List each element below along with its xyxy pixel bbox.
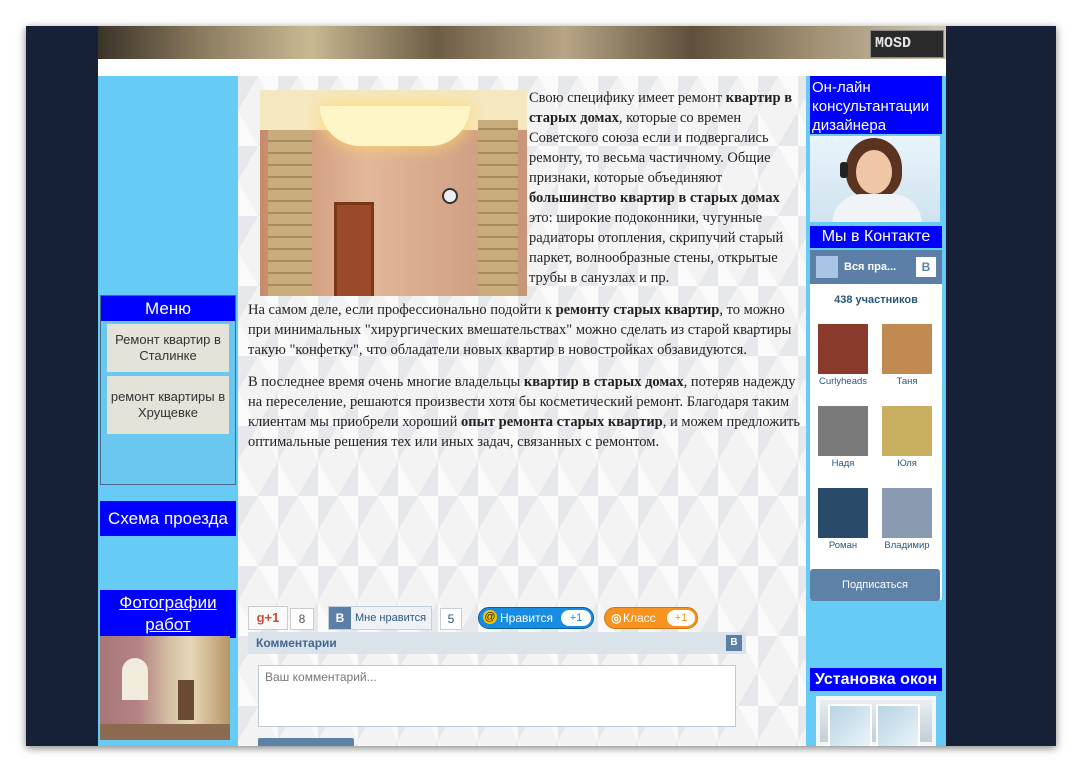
ok-icon: ◎	[611, 611, 622, 625]
windows-install-title[interactable]: Установка окон	[810, 668, 942, 691]
right-sidebar: Он-лайн консультантации дизайнера Мы в К…	[806, 76, 946, 746]
member-name: Роман	[828, 540, 858, 551]
vk-like-count: 5	[440, 608, 462, 630]
member-name: Юля	[897, 458, 917, 469]
vk-group-header[interactable]: Вся пра... B	[810, 250, 942, 284]
page-frame: MOSD Меню Ремонт квартир в Сталинке ремо…	[26, 26, 1056, 746]
member-name: Владимир	[884, 540, 930, 551]
vk-member[interactable]: Надя	[814, 406, 872, 469]
work-photo-thumbnail[interactable]	[100, 636, 230, 740]
member-name: Curlyheads	[818, 376, 868, 387]
social-buttons: g+1 8 B Мне нравится 5 @ Нравится +1 ◎ К…	[248, 606, 808, 630]
member-avatar	[882, 324, 932, 374]
logo-text: MOSD	[875, 35, 912, 52]
bold-phrase: квартир в старых домах	[523, 374, 684, 390]
comment-submit-button[interactable]	[258, 738, 354, 746]
menu-item-khrushchevka[interactable]: ремонт квартиры в Хрущевке	[107, 376, 229, 434]
member-avatar	[818, 324, 868, 374]
vk-member[interactable]: Curlyheads	[814, 324, 872, 387]
consultant-photo[interactable]	[810, 136, 940, 222]
gplus-count: 8	[290, 608, 314, 630]
window-pane-right	[876, 704, 920, 746]
bold-phrase: большинство квартир в старых домах	[529, 190, 780, 206]
ok-like-button[interactable]: ◎ Класс +1	[604, 607, 698, 629]
consultant-face	[856, 150, 892, 194]
vk-member[interactable]: Роман	[814, 488, 872, 551]
consult-title[interactable]: Он-лайн консультантации дизайнера	[810, 76, 942, 134]
photo-arch	[122, 658, 148, 700]
gplus-button[interactable]: g+1	[248, 606, 288, 630]
header-divider	[98, 59, 946, 76]
mailru-like-count: +1	[561, 610, 591, 626]
vk-icon[interactable]: B	[726, 635, 742, 651]
vk-section-title: Мы в Контакте	[810, 226, 942, 248]
main-content: Свою специфику имеет ремонт квартир в ст…	[238, 76, 806, 746]
photos-link[interactable]: Фотографии работ	[100, 590, 236, 638]
vk-member[interactable]: Владимир	[878, 488, 936, 551]
member-avatar	[818, 488, 868, 538]
article-paragraph-2: На самом деле, если профессионально подо…	[248, 300, 800, 360]
text-run: В последнее время очень многие владельцы	[248, 374, 524, 390]
ok-like-label: Класс	[623, 611, 656, 625]
left-sidebar: Меню Ремонт квартир в Сталинке ремонт кв…	[98, 76, 238, 746]
member-avatar	[882, 406, 932, 456]
vk-members-count: 438 участников	[834, 294, 918, 306]
vk-member[interactable]: Юля	[878, 406, 936, 469]
bold-phrase: ремонту старых квартир	[555, 302, 720, 318]
menu-item-stalinka[interactable]: Ремонт квартир в Сталинке	[107, 324, 229, 372]
photo-door	[178, 680, 194, 720]
vk-group-widget: Вся пра... B 438 участников Curlyheads Т…	[810, 250, 942, 600]
menu-panel: Меню Ремонт квартир в Сталинке ремонт кв…	[100, 295, 236, 485]
vk-like-label: Мне нравится	[355, 612, 427, 624]
window-pane-left	[828, 704, 872, 746]
vk-icon: B	[329, 607, 351, 629]
article-paragraph-3: В последнее время очень многие владельцы…	[248, 372, 800, 452]
comment-input[interactable]: Ваш комментарий...	[258, 665, 736, 727]
consultant-body	[832, 194, 922, 222]
mailru-at-icon: @	[483, 610, 497, 624]
headset-icon	[840, 162, 848, 178]
vk-member[interactable]: Таня	[878, 324, 936, 387]
mailru-like-button[interactable]: @ Нравится +1	[478, 607, 594, 629]
vk-logo-icon: B	[916, 257, 936, 277]
comments-header: Комментарии B	[248, 632, 746, 654]
member-avatar	[818, 406, 868, 456]
member-name: Таня	[896, 376, 918, 387]
mailru-like-label: Нравится	[500, 611, 553, 625]
header-banner: MOSD	[98, 26, 946, 59]
bold-phrase: опыт ремонта старых квартир	[461, 414, 663, 430]
vk-group-avatar	[816, 256, 838, 278]
photo-floor	[100, 724, 230, 740]
comments-title: Комментарии	[256, 636, 337, 650]
member-name: Надя	[831, 458, 855, 469]
article-text: Свою специфику имеет ремонт квартир в ст…	[248, 88, 800, 464]
vk-subscribe-button[interactable]: Подписаться	[810, 569, 940, 601]
schema-link[interactable]: Схема проезда	[100, 501, 236, 536]
text-run: это: широкие подоконники, чугунные радиа…	[529, 210, 784, 286]
vk-group-name: Вся пра...	[844, 261, 897, 273]
vk-like-button[interactable]: B Мне нравится	[328, 606, 432, 630]
ok-like-count: +1	[667, 610, 695, 626]
windows-image[interactable]	[816, 696, 936, 746]
menu-title: Меню	[101, 296, 235, 321]
member-avatar	[882, 488, 932, 538]
text-run: Свою специфику имеет ремонт	[529, 90, 726, 106]
site-logo[interactable]: MOSD	[870, 30, 944, 58]
text-run: На самом деле, если профессионально подо…	[248, 302, 556, 318]
